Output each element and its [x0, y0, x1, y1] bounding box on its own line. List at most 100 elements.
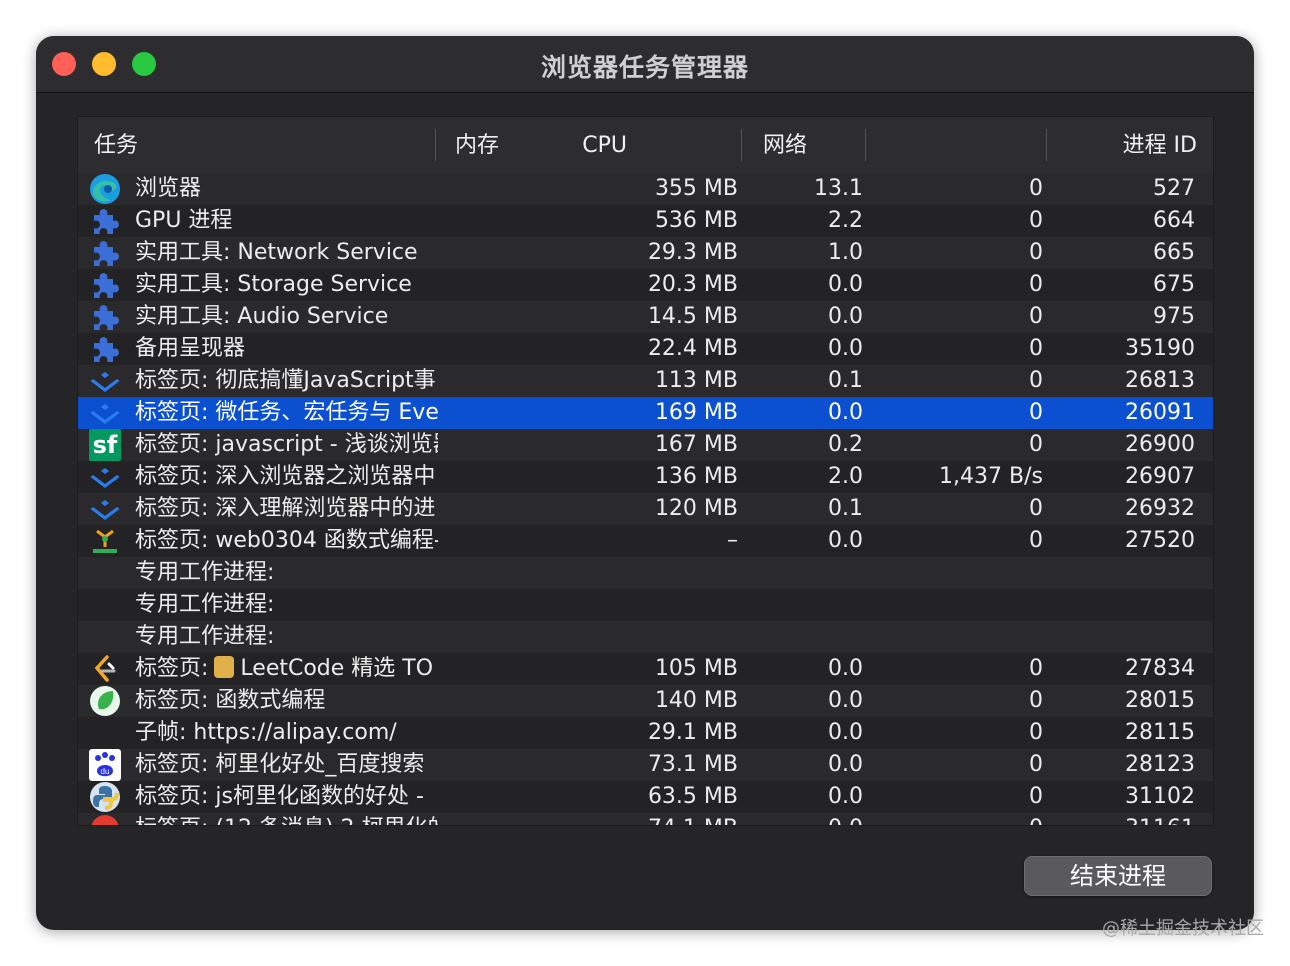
column-divider[interactable]: [865, 129, 866, 161]
table-row[interactable]: 浏览器 355 MB 13.1 0 527: [78, 173, 1213, 205]
column-header-pid[interactable]: 进程 ID: [1123, 117, 1197, 173]
table-row[interactable]: 实用工具: Audio Service 14.5 MB 0.0 0 975: [78, 301, 1213, 333]
cell-cpu: 0.0: [828, 336, 863, 361]
green-leaf-icon: [89, 685, 121, 717]
table-row[interactable]: 专用工作进程:: [78, 621, 1213, 653]
edge-browser-icon: [89, 173, 121, 205]
cell-memory: 14.5 MB: [647, 304, 738, 329]
table-row[interactable]: GPU 进程 536 MB 2.2 0 664: [78, 205, 1213, 237]
process-table[interactable]: 任务 内存 CPU 网络 进程 ID 浏览器 355 MB 13.1 0 527 GPU …: [77, 116, 1214, 826]
task-name-text: 实用工具: Storage Service: [135, 272, 412, 297]
watermark: @稀土掘金技术社区: [1102, 918, 1264, 939]
task-name-text: 标签页: 函数式编程: [135, 688, 326, 713]
cell-memory: 29.1 MB: [647, 720, 738, 745]
cell-network: 0: [1029, 432, 1043, 457]
cell-cpu: 0.1: [828, 368, 863, 393]
cell-memory: 105 MB: [654, 656, 738, 681]
table-row[interactable]: 实用工具: Network Service 29.3 MB 1.0 0 665: [78, 237, 1213, 269]
table-row[interactable]: 子帧: https://alipay.com/29.1 MB 0.0 0 28115: [78, 717, 1213, 749]
task-name: 备用呈现器: [135, 333, 438, 365]
puzzle-icon: [89, 205, 121, 237]
cell-pid: 28123: [1125, 752, 1195, 777]
table-row[interactable]: 标签页: 彻底搞懂JavaScript事 113 MB 0.1 0 26813: [78, 365, 1213, 397]
cell-cpu: 0.0: [742, 813, 863, 825]
cell-pid: 35190: [1125, 336, 1195, 361]
task-name-text: 标签页: javascript - 浅谈浏览器: [135, 432, 438, 457]
task-name: 标签页: js柯里化函数的好处 -: [135, 781, 438, 813]
table-row[interactable]: 专用工作进程:: [78, 589, 1213, 621]
cell-memory: 73.1 MB: [647, 752, 738, 777]
column-header-cpu[interactable]: CPU: [582, 117, 627, 173]
puzzle-icon: [89, 333, 121, 365]
cell-pid: [1047, 621, 1195, 653]
column-header-memory[interactable]: 内存: [455, 117, 499, 173]
cell-network: 0: [1029, 304, 1043, 329]
cell-pid: 664: [1153, 208, 1195, 233]
cell-network: 0: [1029, 400, 1043, 425]
task-name-text: GPU 进程: [135, 208, 233, 233]
cell-cpu: 0.0: [828, 656, 863, 681]
cell-network: [867, 589, 1043, 621]
cell-pid: 26091: [1125, 400, 1195, 425]
cell-network: 0: [1029, 752, 1043, 777]
end-process-button[interactable]: 结束进程: [1024, 856, 1212, 896]
table-row[interactable]: 标签页: (12 条消息) 2 柯里化的 74.1 MB 0.0 0 31161: [78, 813, 1213, 825]
cell-memory: 113 MB: [654, 368, 738, 393]
juejin-icon: [89, 365, 121, 397]
task-name: 标签页: javascript - 浅谈浏览器: [135, 429, 438, 461]
cell-memory: 29.3 MB: [647, 240, 738, 265]
empty-icon-slot: [89, 557, 121, 589]
table-row[interactable]: du 标签页: 柯里化好处_百度搜索 73.1 MB 0.0 0 28123: [78, 749, 1213, 781]
cell-network: 0: [1029, 720, 1043, 745]
cell-network: 0: [1029, 368, 1043, 393]
task-name-text: 标签页: (12 条消息) 2 柯里化的: [135, 816, 438, 825]
cell-pid: 26813: [1125, 368, 1195, 393]
table-header: 任务 内存 CPU 网络 进程 ID: [78, 117, 1213, 174]
table-row[interactable]: 实用工具: Storage Service 20.3 MB 0.0 0 675: [78, 269, 1213, 301]
cell-cpu: 0.2: [828, 432, 863, 457]
task-name: 实用工具: Storage Service: [135, 269, 438, 301]
cell-cpu: 0.0: [828, 400, 863, 425]
table-row[interactable]: 标签页: 深入浏览器之浏览器中 136 MB 2.0 1,437 B/s 26907: [78, 461, 1213, 493]
cell-cpu: 0.0: [828, 304, 863, 329]
column-divider[interactable]: [435, 129, 436, 161]
table-row-selected[interactable]: 标签页: 微任务、宏任务与 Eve 169 MB 0.0 0 26091: [78, 397, 1213, 429]
task-name: 子帧: https://alipay.com/: [135, 717, 438, 749]
leetcode-icon: [89, 653, 121, 685]
task-name: 标签页: (12 条消息) 2 柯里化的: [135, 813, 438, 825]
task-name-text: 标签页: js柯里化函数的好处 -: [135, 784, 424, 809]
cell-pid: 27520: [1125, 528, 1195, 553]
cell-memory: 169 MB: [654, 400, 738, 425]
cell-network: 0: [1029, 208, 1043, 233]
cell-pid: 27834: [1125, 656, 1195, 681]
table-row[interactable]: 标签页: LeetCode 精选 TO 105 MB 0.0 0 27834: [78, 653, 1213, 685]
juejin-icon: [89, 461, 121, 493]
table-row[interactable]: 标签页: web0304 函数式编程- – 0.0 0 27520: [78, 525, 1213, 557]
cell-pid: [1047, 589, 1195, 621]
task-name-text: 标签页: 彻底搞懂JavaScript事: [135, 368, 436, 393]
title-bar[interactable]: 浏览器任务管理器: [36, 36, 1254, 93]
window-title: 浏览器任务管理器: [540, 53, 749, 82]
cell-network: 0: [1029, 528, 1043, 553]
cell-pid: 26932: [1125, 496, 1195, 521]
column-header-task[interactable]: 任务: [94, 117, 138, 173]
cell-cpu: 0.0: [828, 720, 863, 745]
table-row[interactable]: 标签页: 函数式编程 140 MB 0.0 0 28015: [78, 685, 1213, 717]
table-row[interactable]: 标签页: 深入理解浏览器中的进 120 MB 0.1 0 26932: [78, 493, 1213, 525]
cell-network: 0: [1029, 656, 1043, 681]
task-name: 专用工作进程:: [135, 557, 438, 589]
table-row[interactable]: sf 标签页: javascript - 浅谈浏览器 167 MB 0.2 0 26900: [78, 429, 1213, 461]
column-divider[interactable]: [741, 129, 742, 161]
cell-cpu: 2.2: [828, 208, 863, 233]
cell-network: 0: [1029, 272, 1043, 297]
table-row[interactable]: 备用呈现器 22.4 MB 0.0 0 35190: [78, 333, 1213, 365]
cell-pid: 31102: [1125, 784, 1195, 809]
column-divider[interactable]: [1046, 129, 1047, 161]
cell-memory: 74.1 MB: [442, 813, 738, 825]
cell-network: 0: [1029, 336, 1043, 361]
cell-memory: 120 MB: [654, 496, 738, 521]
column-header-network[interactable]: 网络: [763, 117, 807, 173]
table-row[interactable]: 专用工作进程:: [78, 557, 1213, 589]
cell-cpu: 0.0: [828, 784, 863, 809]
table-row[interactable]: 标签页: js柯里化函数的好处 - 63.5 MB 0.0 0 31102: [78, 781, 1213, 813]
